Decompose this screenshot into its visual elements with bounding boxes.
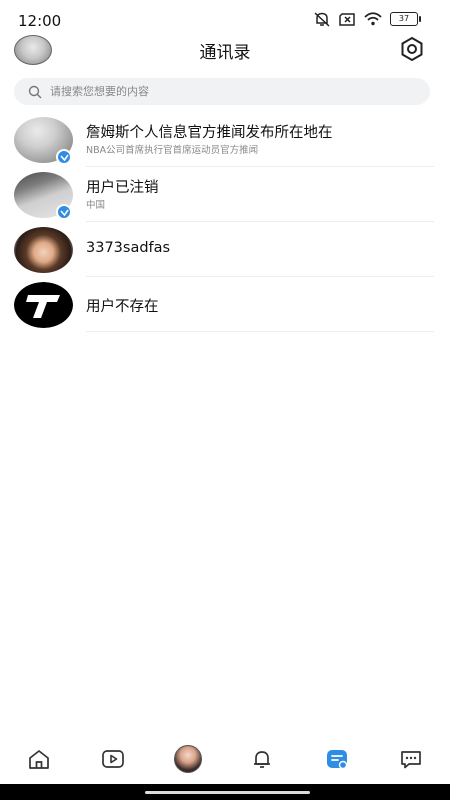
header: 通讯录 [0, 30, 450, 66]
tab-video[interactable] [94, 740, 132, 778]
contact-name: 用户已注销 [86, 180, 159, 196]
contact-avatar [14, 172, 73, 220]
verified-badge-icon [56, 204, 72, 220]
tab-contacts[interactable] [318, 740, 356, 778]
battery-icon: 37 [390, 12, 421, 26]
home-icon [29, 750, 49, 769]
contact-row[interactable]: 3373sadfas [0, 222, 450, 277]
contacts-icon [326, 750, 347, 770]
status-time: 12:00 [18, 12, 62, 30]
contact-list: 詹姆斯个人信息官方推闻发布所在地在 NBA公司首席执行官首席运动员官方推闻 用户… [0, 112, 450, 332]
tab-messages[interactable] [392, 740, 430, 778]
bell-muted-icon [314, 12, 330, 27]
search-input[interactable] [48, 84, 392, 99]
contact-subtitle: NBA公司首席执行官首席运动员官方推闻 [86, 145, 259, 156]
divider [86, 331, 434, 332]
home-indicator[interactable] [145, 791, 310, 794]
tab-home[interactable] [20, 740, 58, 778]
hexagon-settings-icon[interactable] [398, 35, 426, 63]
contact-row[interactable]: 用户不存在 [0, 277, 450, 332]
bell-icon [254, 751, 271, 768]
tab-notifications[interactable] [243, 740, 281, 778]
contact-text: 用户不存在 [86, 277, 434, 332]
video-icon [102, 750, 125, 768]
contact-text: 用户已注销 中国 [86, 167, 434, 222]
contact-text: 詹姆斯个人信息官方推闻发布所在地在 NBA公司首席执行官首席运动员官方推闻 [86, 112, 434, 167]
contact-subtitle: 中国 [86, 200, 106, 211]
sim-x-icon [339, 12, 355, 26]
contact-avatar [14, 227, 73, 273]
message-icon [401, 751, 421, 769]
profile-avatar [173, 745, 202, 773]
tab-profile[interactable] [169, 740, 207, 778]
verified-badge-icon [56, 149, 72, 165]
search-bar[interactable] [14, 78, 430, 105]
contact-row[interactable]: 用户已注销 中国 [0, 167, 450, 222]
contact-name: 3373sadfas [86, 240, 171, 256]
contact-name: 用户不存在 [86, 299, 159, 315]
page-title: 通讯录 [199, 43, 251, 63]
contact-row[interactable]: 詹姆斯个人信息官方推闻发布所在地在 NBA公司首席执行官首席运动员官方推闻 [0, 112, 450, 167]
bottom-tab-bar [0, 740, 450, 778]
contact-avatar [14, 117, 73, 165]
wifi-icon [364, 12, 382, 26]
status-icons: 37 [313, 11, 421, 27]
t-logo-icon [14, 282, 73, 328]
contact-name: 詹姆斯个人信息官方推闻发布所在地在 [86, 125, 333, 141]
contact-text: 3373sadfas [86, 222, 434, 277]
search-icon [28, 85, 42, 98]
contact-avatar [14, 282, 73, 328]
